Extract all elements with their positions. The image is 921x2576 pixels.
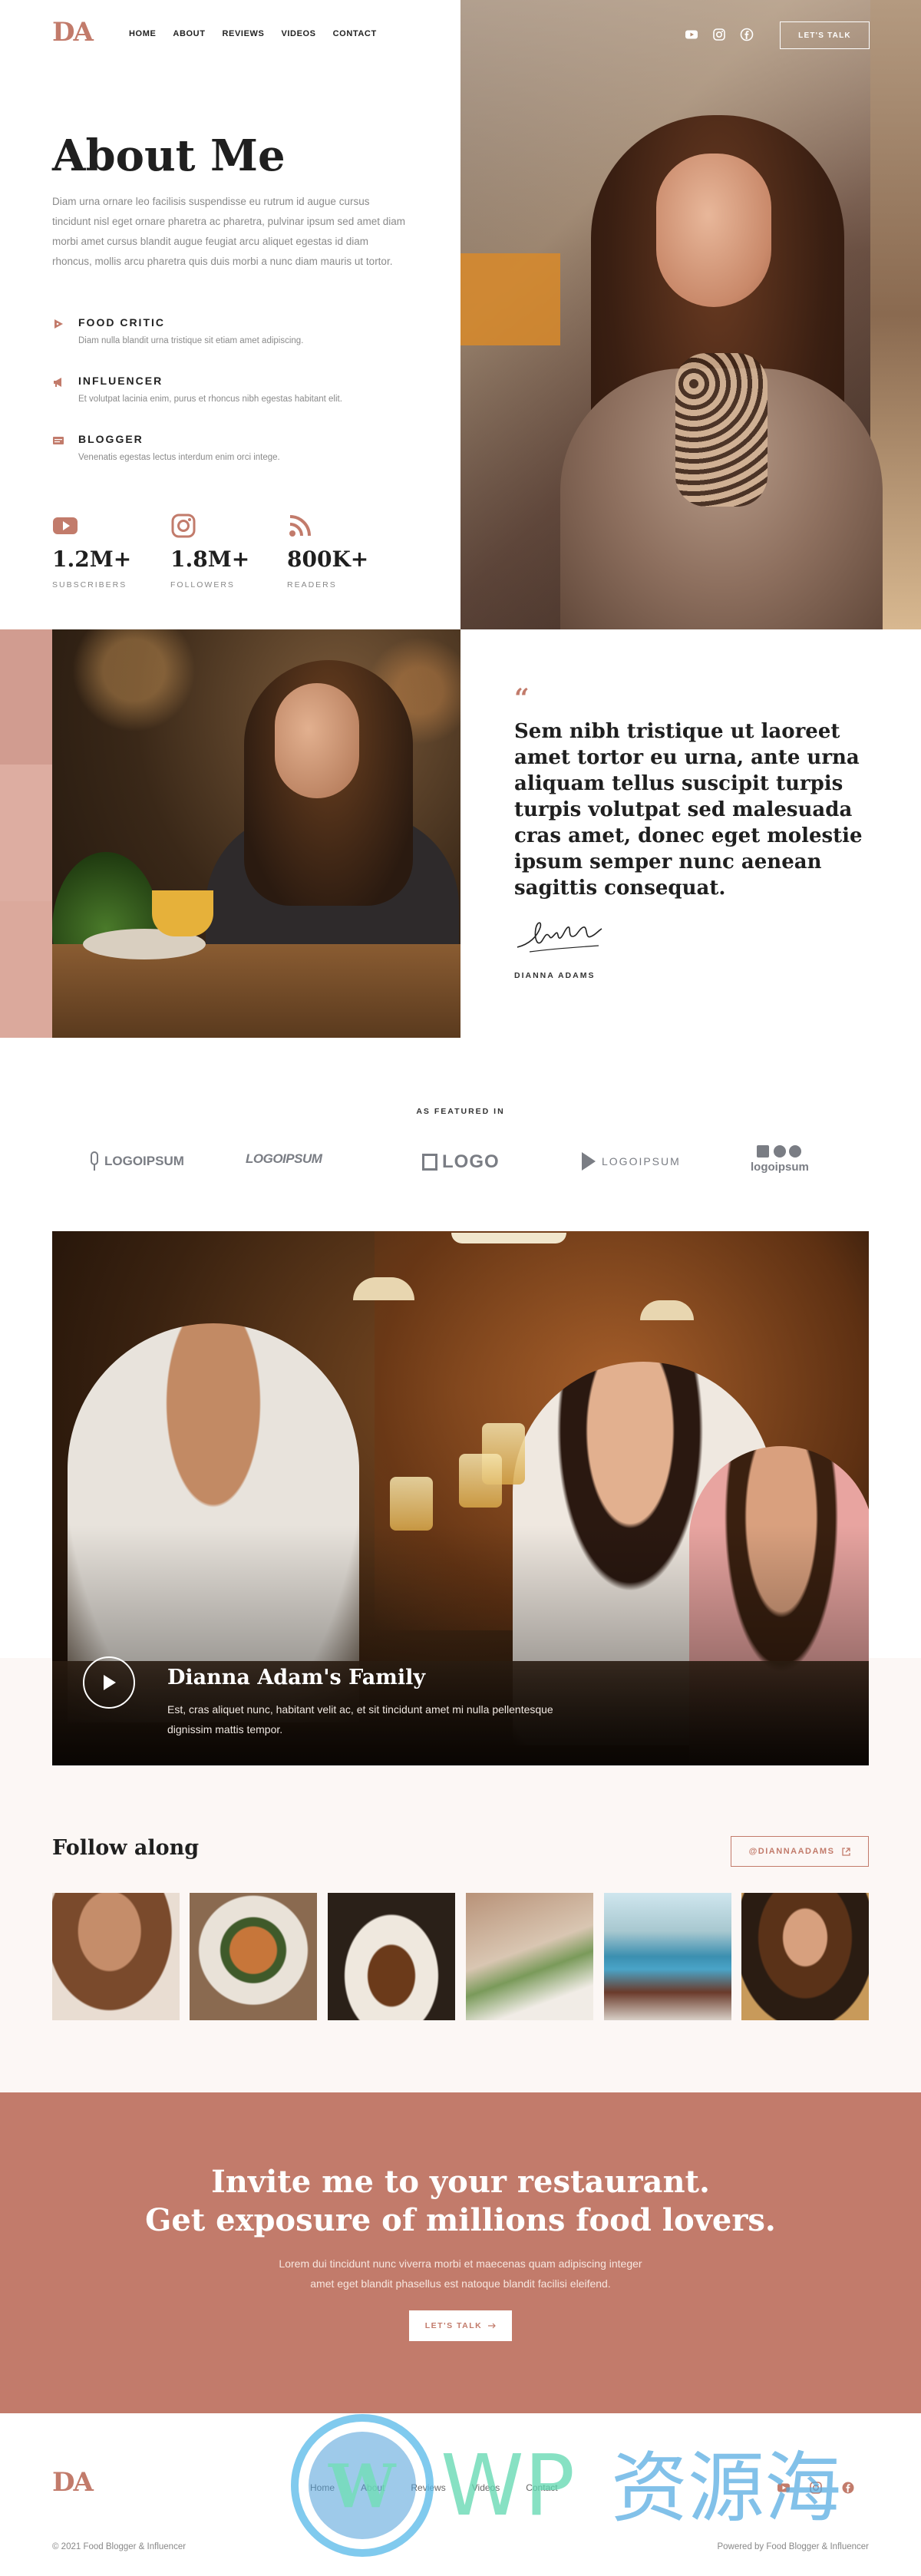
instagram-icon	[170, 513, 196, 539]
family-video[interactable]: Dianna Adam's Family Est, cras aliquet n…	[52, 1231, 869, 1765]
nav-home[interactable]: HOME	[129, 29, 156, 38]
hero-portrait-image	[460, 0, 921, 629]
food-icon	[52, 318, 64, 329]
stat-value: 1.2M+	[52, 547, 132, 572]
arrow-right-icon	[488, 2323, 497, 2329]
quote-author: DIANNA ADAMS	[514, 971, 596, 980]
logo-mark-icon	[756, 1145, 801, 1158]
site-logo[interactable]: DA	[52, 17, 94, 48]
stat-value: 800K+	[287, 547, 369, 572]
megaphone-icon	[52, 376, 64, 387]
role-title: FOOD CRITIC	[78, 316, 165, 329]
nav-videos[interactable]: VIDEOS	[281, 29, 315, 38]
follow-title: Follow along	[52, 1836, 200, 1860]
instagram-post-4[interactable]	[466, 1893, 593, 2020]
lets-talk-button[interactable]: LET'S TALK	[780, 21, 870, 49]
role-desc: Venenatis egestas lectus interdum enim o…	[78, 453, 280, 462]
featured-title: AS FEATURED IN	[416, 1107, 505, 1116]
external-link-icon	[842, 1847, 851, 1856]
main-nav: HOME ABOUT REVIEWS VIDEOS CONTACT	[129, 29, 377, 38]
play-button[interactable]	[83, 1656, 135, 1709]
instagram-post-1[interactable]	[52, 1893, 180, 2020]
logo-mark-icon	[422, 1154, 437, 1171]
footer-logo[interactable]: DA	[52, 2467, 94, 2498]
signature-image	[514, 913, 606, 963]
powered-by: Powered by Food Blogger & Influencer	[717, 2542, 869, 2551]
featured-logo-2: LOGOIPSUM	[246, 1151, 322, 1166]
footer-nav-reviews[interactable]: Reviews	[411, 2482, 445, 2493]
facebook-icon[interactable]	[841, 2481, 855, 2498]
cta-section: Invite me to your restaurant. Get exposu…	[0, 2092, 921, 2413]
facebook-icon[interactable]	[740, 28, 754, 41]
about-title: About Me	[52, 130, 286, 181]
instagram-icon[interactable]	[809, 2481, 823, 2498]
copyright: © 2021 Food Blogger & Influencer	[52, 2542, 187, 2551]
footer-social-icons	[777, 2481, 855, 2498]
nav-about[interactable]: ABOUT	[173, 29, 205, 38]
instagram-post-5[interactable]	[604, 1893, 731, 2020]
header-social-icons	[685, 28, 754, 41]
cta-description: Lorem dui tincidunt nunc viverra morbi e…	[279, 2257, 642, 2290]
footer-nav-videos[interactable]: Videos	[472, 2482, 500, 2493]
instagram-post-2[interactable]	[190, 1893, 317, 2020]
role-title: BLOGGER	[78, 433, 144, 445]
role-title: INFLUENCER	[78, 375, 163, 387]
stat-label: SUBSCRIBERS	[52, 580, 127, 590]
about-text: Diam urna ornare leo facilisis suspendis…	[52, 196, 405, 267]
instagram-post-3[interactable]	[328, 1893, 455, 2020]
footer-nav-contact[interactable]: Contact	[526, 2482, 557, 2493]
quote-section: “ Sem nibh tristique ut laoreet amet tor…	[0, 629, 921, 1038]
youtube-icon[interactable]	[777, 2481, 791, 2498]
footer-nav: Home About Reviews Videos Contact	[310, 2482, 558, 2493]
role-desc: Et volutpat lacinia enim, purus et rhonc…	[78, 395, 342, 404]
instagram-icon[interactable]	[712, 28, 726, 41]
video-description: Est, cras aliquet nunc, habitant velit a…	[167, 1703, 553, 1735]
featured-logo-4: LOGOIPSUM	[580, 1151, 681, 1171]
cta-title: Invite me to your restaurant. Get exposu…	[145, 2164, 776, 2238]
youtube-icon	[52, 513, 78, 539]
hero-section: DA HOME ABOUT REVIEWS VIDEOS CONTACT LET…	[0, 0, 921, 629]
footer-nav-home[interactable]: Home	[310, 2482, 335, 2493]
dining-woman-image	[52, 629, 460, 1038]
featured-logo-3: LOGO	[422, 1151, 500, 1173]
instagram-post-6[interactable]	[741, 1893, 869, 2020]
quote-mark-icon: “	[514, 683, 530, 714]
stat-label: READERS	[287, 580, 337, 590]
instagram-handle-button[interactable]: @DIANNAADAMS	[731, 1836, 869, 1867]
cta-lets-talk-button[interactable]: LET'S TALK	[409, 2310, 512, 2341]
logo-mark-icon	[91, 1151, 98, 1171]
stat-label: FOLLOWERS	[170, 580, 235, 590]
stat-value: 1.8M+	[170, 547, 250, 572]
logo-mark-icon	[582, 1152, 596, 1171]
footer-nav-about[interactable]: About	[361, 2482, 385, 2493]
role-desc: Diam nulla blandit urna tristique sit et…	[78, 336, 304, 345]
featured-logos: LOGOIPSUM LOGOIPSUM LOGO LOGOIPSUM logoi…	[0, 1144, 921, 1182]
nav-reviews[interactable]: REVIEWS	[223, 29, 265, 38]
featured-logo-5: logoipsum	[751, 1144, 809, 1174]
nav-contact[interactable]: CONTACT	[333, 29, 377, 38]
blog-icon	[52, 434, 64, 445]
youtube-icon[interactable]	[685, 28, 698, 41]
featured-logo-1: LOGOIPSUM	[89, 1151, 184, 1171]
video-title: Dianna Adam's Family	[167, 1666, 426, 1689]
rss-icon	[287, 513, 313, 539]
play-icon	[104, 1675, 116, 1690]
quote-text: Sem nibh tristique ut laoreet amet torto…	[514, 720, 863, 900]
